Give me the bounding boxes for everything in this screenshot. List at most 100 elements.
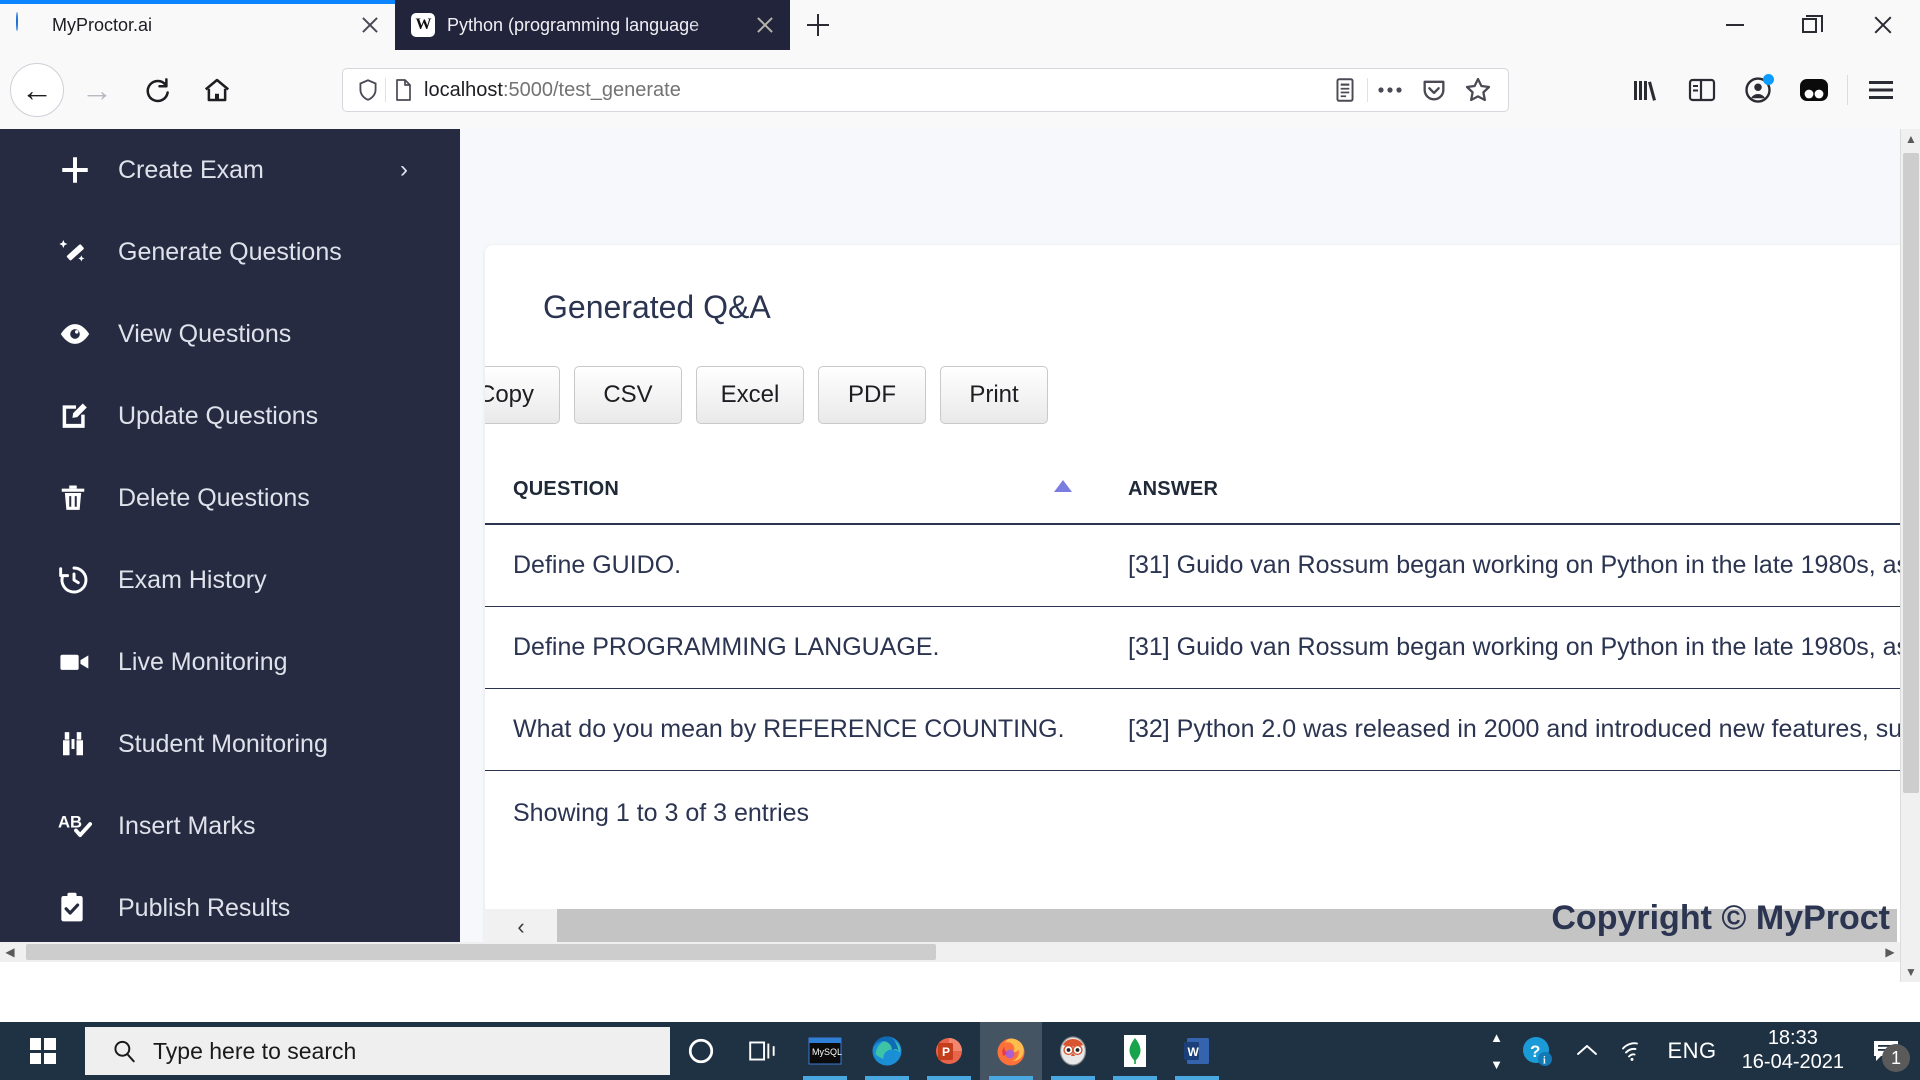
reload-button[interactable] [130, 63, 184, 117]
csv-button[interactable]: CSV [574, 366, 682, 424]
firefox-container-icon[interactable] [1791, 68, 1837, 112]
browser-tab-python-wikipedia[interactable]: W Python (programming language [395, 0, 790, 50]
task-view-icon[interactable] [732, 1022, 794, 1080]
system-tray: ▲ ▼ ? i ENG 18:33 16-04-2021 1 [1485, 1022, 1920, 1080]
qa-table: QUESTION ANSWER Define GUIDO. [31] Guido… [485, 460, 1920, 771]
windows-logo-icon [29, 1038, 56, 1064]
trash-icon [58, 482, 104, 514]
scroll-right-arrow-icon[interactable]: ▶ [1880, 942, 1900, 962]
sidebar-item-generate-questions[interactable]: Generate Questions [0, 211, 460, 293]
mongodb-icon[interactable] [1104, 1022, 1166, 1080]
notification-badge: 1 [1882, 1044, 1910, 1072]
wifi-icon[interactable] [1609, 1022, 1657, 1080]
table-row[interactable]: Define PROGRAMMING LANGUAGE. [31] Guido … [485, 606, 1920, 689]
page-vscroll-thumb[interactable] [1903, 153, 1919, 793]
scroll-left-arrow-icon[interactable]: ◀ [0, 942, 20, 962]
tracking-protection-shield-icon[interactable] [351, 77, 385, 103]
excel-button[interactable]: Excel [696, 366, 804, 424]
search-input[interactable]: Type here to search [85, 1027, 670, 1075]
back-button[interactable]: ← [10, 62, 64, 117]
sidebar-item-live-monitoring[interactable]: Live Monitoring [0, 621, 460, 703]
svg-text:W: W [1188, 1045, 1200, 1059]
page-hscroll-thumb[interactable] [26, 944, 936, 960]
svg-text:i: i [1543, 1056, 1546, 1067]
search-placeholder: Type here to search [153, 1037, 357, 1064]
url-text[interactable]: localhost:5000/test_generate [420, 79, 1323, 102]
account-icon[interactable] [1735, 68, 1781, 112]
bookmark-star-icon[interactable] [1456, 70, 1500, 110]
tray-chevron-up-icon[interactable]: ▲ [1490, 1030, 1503, 1045]
page-actions-ellipsis-icon[interactable] [1368, 70, 1412, 110]
home-button[interactable] [190, 63, 244, 117]
sidebar-item-label: Delete Questions [118, 483, 310, 512]
generated-qa-card: Generated Q&A Copy CSV Excel PDF Print Q… [485, 245, 1920, 945]
copy-button[interactable]: Copy [485, 366, 560, 424]
owl-app-icon[interactable] [1042, 1022, 1104, 1080]
powerpoint-icon[interactable]: P [918, 1022, 980, 1080]
scroll-left-button[interactable]: ‹ [485, 909, 557, 945]
sidebar-item-update-questions[interactable]: Update Questions [0, 375, 460, 457]
table-row[interactable]: What do you mean by REFERENCE COUNTING. … [485, 688, 1920, 771]
sidebar-item-view-questions[interactable]: View Questions [0, 293, 460, 375]
mysql-icon[interactable]: MySQL [794, 1022, 856, 1080]
scroll-down-arrow-icon[interactable]: ▼ [1901, 962, 1920, 982]
tray-scroll-arrows[interactable]: ▲ ▼ [1485, 1022, 1509, 1080]
minimize-button[interactable] [1698, 0, 1772, 50]
sidebar-item-label: Update Questions [118, 401, 319, 430]
sidebar-item-exam-history[interactable]: Exam History [0, 539, 460, 621]
reader-view-icon[interactable] [1323, 70, 1367, 110]
main-content: Generated Q&A Copy CSV Excel PDF Print Q… [460, 129, 1920, 962]
firefox-icon[interactable] [980, 1022, 1042, 1080]
column-header-question[interactable]: QUESTION [485, 460, 1100, 525]
cell-question: Define GUIDO. [485, 524, 1100, 607]
start-button[interactable] [0, 1022, 85, 1080]
sidebar-toggle-icon[interactable] [1679, 68, 1725, 112]
close-window-button[interactable] [1846, 0, 1920, 50]
page-hscroll-track[interactable] [20, 942, 1880, 962]
language-indicator[interactable]: ENG [1657, 1022, 1728, 1080]
browser-tab-myproctor[interactable]: MyProctor.ai [0, 0, 395, 50]
sidebar-item-label: Live Monitoring [118, 647, 288, 676]
cell-question: Define PROGRAMMING LANGUAGE. [485, 606, 1100, 689]
sidebar-item-label: Create Exam [118, 155, 264, 184]
cell-answer: [31] Guido van Rossum began working on P… [1100, 524, 1920, 607]
column-header-label: ANSWER [1128, 478, 1219, 500]
new-tab-button[interactable] [800, 8, 836, 42]
library-icon[interactable] [1623, 68, 1669, 112]
help-info-icon[interactable]: ? i [1509, 1022, 1565, 1080]
page-horizontal-scrollbar[interactable]: ◀ ▶ [0, 942, 1900, 962]
tray-expand-chevron-icon[interactable] [1565, 1022, 1609, 1080]
notifications-button[interactable]: 1 [1858, 1022, 1914, 1080]
word-icon[interactable]: W [1166, 1022, 1228, 1080]
maximize-button[interactable] [1772, 0, 1846, 50]
url-bar[interactable]: localhost:5000/test_generate [342, 68, 1509, 112]
page-info-icon[interactable] [386, 77, 420, 103]
sidebar-item-publish-results[interactable]: Publish Results [0, 867, 460, 949]
windows-taskbar: Type here to search MySQL P W ▲ ▼ ? i EN… [0, 1022, 1920, 1080]
sidebar-item-insert-marks[interactable]: AB Insert Marks [0, 785, 460, 867]
scroll-up-arrow-icon[interactable]: ▲ [1901, 129, 1920, 149]
tray-chevron-down-icon[interactable]: ▼ [1490, 1057, 1503, 1072]
clock[interactable]: 18:33 16-04-2021 [1728, 1022, 1858, 1080]
url-host: localhost [424, 78, 503, 101]
forward-button[interactable]: → [70, 63, 124, 117]
clipboard-check-icon [58, 892, 104, 924]
print-button[interactable]: Print [940, 366, 1048, 424]
url-path: :5000/test_generate [502, 78, 681, 101]
sidebar-item-label: Student Monitoring [118, 729, 328, 758]
column-header-answer[interactable]: ANSWER [1100, 460, 1920, 525]
magic-wand-icon [58, 236, 104, 268]
table-row[interactable]: Define GUIDO. [31] Guido van Rossum bega… [485, 524, 1920, 607]
page-vertical-scrollbar[interactable]: ▲ ▼ [1900, 129, 1920, 982]
sidebar-item-create-exam[interactable]: Create Exam › [0, 129, 460, 211]
sidebar-item-delete-questions[interactable]: Delete Questions [0, 457, 460, 539]
pdf-button[interactable]: PDF [818, 366, 926, 424]
sidebar-item-student-monitoring[interactable]: Student Monitoring [0, 703, 460, 785]
edge-icon[interactable] [856, 1022, 918, 1080]
close-icon[interactable] [357, 12, 383, 38]
home-icon [204, 78, 230, 101]
cortana-icon[interactable] [670, 1022, 732, 1080]
pocket-save-icon[interactable] [1412, 70, 1456, 110]
close-icon[interactable] [752, 12, 778, 38]
hamburger-menu-icon[interactable] [1858, 68, 1904, 112]
